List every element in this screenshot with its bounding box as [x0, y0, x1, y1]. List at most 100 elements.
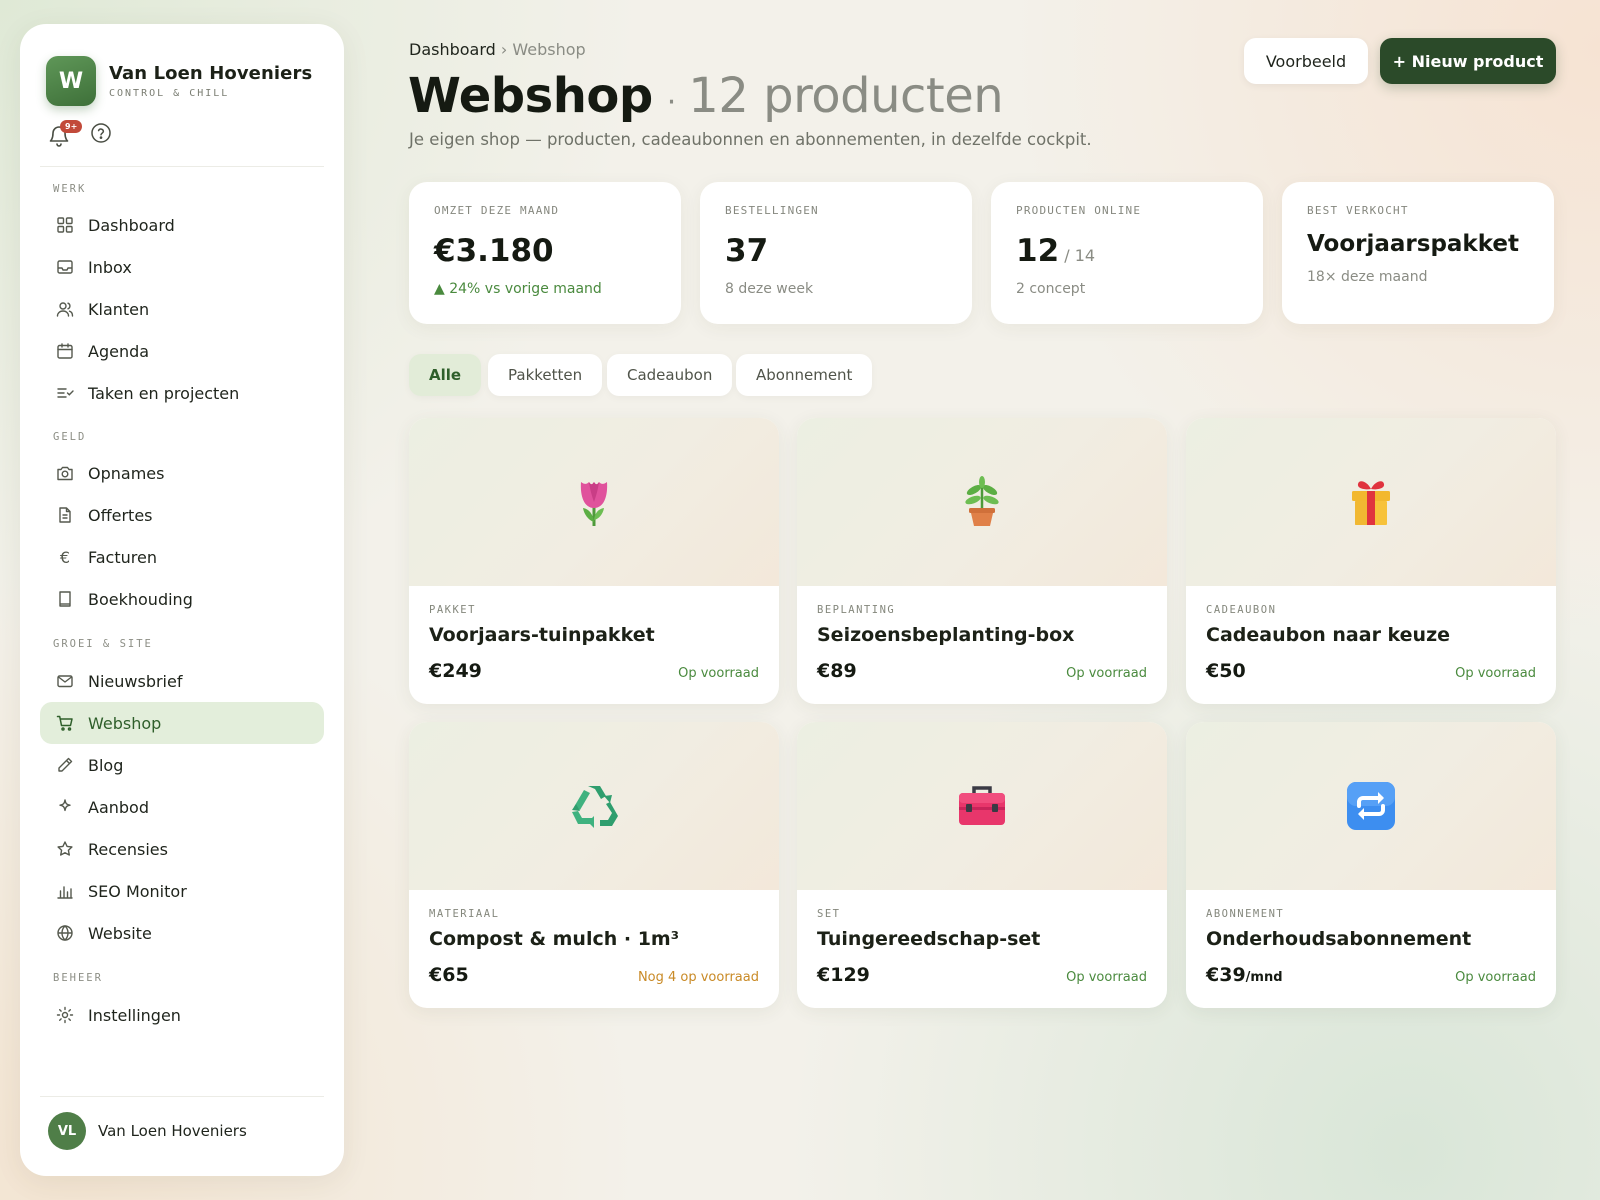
product-image: [797, 418, 1167, 586]
product-name: Seizoensbeplanting-box: [817, 624, 1075, 646]
stat-value: €3.180: [434, 233, 554, 269]
recycle-icon: [572, 786, 618, 828]
stat-value: 12 / 14: [1016, 233, 1238, 269]
product-card[interactable]: PAKKET Voorjaars-tuinpakket €249 Op voor…: [409, 418, 779, 704]
stat-note: 18× deze maand: [1307, 269, 1428, 285]
product-card[interactable]: BEPLANTING Seizoensbeplanting-box €89 Op…: [797, 418, 1167, 704]
product-card[interactable]: ABONNEMENT Onderhoudsabonnement €39/mnd …: [1186, 722, 1556, 1008]
product-card[interactable]: SET Tuingereedschap-set €129 Op voorraad: [797, 722, 1167, 1008]
product-category: MATERIAAL: [429, 908, 500, 920]
product-category: BEPLANTING: [817, 604, 896, 616]
stat-note: 2 concept: [1016, 281, 1086, 297]
product-price: €249: [429, 660, 482, 682]
sidebar-item-nieuwsbrief[interactable]: Nieuwsbrief: [40, 660, 324, 702]
stat-label: BESTELLINGEN: [725, 204, 819, 217]
sidebar-item-facturen[interactable]: € Facturen: [40, 536, 324, 578]
price-unit: /mnd: [1245, 970, 1283, 985]
sidebar-item-label: Offertes: [88, 505, 153, 525]
breadcrumb-current: Webshop: [512, 40, 586, 59]
sidebar-item-website[interactable]: Website: [40, 912, 324, 954]
sidebar-item-dashboard[interactable]: Dashboard: [40, 204, 324, 246]
preview-button[interactable]: Voorbeeld: [1244, 38, 1368, 84]
sidebar-item-klanten[interactable]: Klanten: [40, 288, 324, 330]
cart-icon: [54, 712, 76, 734]
sidebar-item-offertes[interactable]: Offertes: [40, 494, 324, 536]
grid-icon: [54, 214, 76, 236]
sparkle-icon: [54, 796, 76, 818]
sidebar-item-inbox[interactable]: Inbox: [40, 246, 324, 288]
breadcrumb-root[interactable]: Dashboard: [409, 40, 496, 59]
notifications-bell-icon[interactable]: 9+: [48, 120, 83, 147]
page-title: Webshop · 12 producten: [408, 68, 1004, 124]
breadcrumb-separator: ›: [500, 40, 508, 59]
sidebar-item-boekhouding[interactable]: Boekhouding: [40, 578, 324, 620]
sidebar-item-instellingen[interactable]: Instellingen: [40, 994, 324, 1036]
stat-card-producten-online: PRODUCTEN ONLINE 12 / 14 2 concept: [991, 182, 1263, 324]
user-name: Van Loen Hoveniers: [98, 1122, 247, 1140]
stock-status: Nog 4 op voorraad: [637, 970, 759, 985]
nav-section-beheer: BEHEER: [53, 972, 103, 984]
filter-alle[interactable]: Alle: [409, 354, 482, 396]
new-product-button[interactable]: + Nieuw product: [1380, 38, 1556, 84]
stat-value-total: / 14: [1059, 246, 1096, 265]
sidebar-item-label: Inbox: [88, 257, 132, 277]
sidebar-item-label: Opnames: [88, 463, 165, 483]
sidebar-item-label: Instellingen: [88, 1005, 181, 1025]
avatar: VL: [48, 1112, 86, 1150]
user-profile[interactable]: VL Van Loen Hoveniers: [48, 1112, 247, 1150]
product-price: €39/mnd: [1206, 964, 1283, 986]
stat-label: PRODUCTEN ONLINE: [1016, 204, 1142, 217]
brand[interactable]: W Van Loen Hoveniers CONTROL & CHILL: [46, 56, 312, 106]
help-icon[interactable]: [90, 122, 112, 148]
product-image: [797, 722, 1167, 890]
sidebar-item-webshop[interactable]: Webshop: [40, 702, 324, 744]
product-card[interactable]: MATERIAAL Compost & mulch · 1m³ €65 Nog …: [409, 722, 779, 1008]
document-icon: [54, 504, 76, 526]
sidebar-item-aanbod[interactable]: Aanbod: [40, 786, 324, 828]
nav-section-werk: WERK: [53, 183, 87, 195]
tulip-icon: [580, 482, 608, 526]
sidebar-item-label: Taken en projecten: [88, 383, 240, 403]
stock-status: Op voorraad: [1066, 666, 1147, 681]
sidebar-item-label: Recensies: [88, 839, 168, 859]
sidebar-item-taken[interactable]: Taken en projecten: [40, 372, 324, 414]
sidebar-item-label: Dashboard: [88, 215, 175, 235]
sidebar-item-recensies[interactable]: Recensies: [40, 828, 324, 870]
page-subtitle: Je eigen shop — producten, cadeaubonnen …: [409, 130, 1092, 149]
product-card[interactable]: CADEAUBON Cadeaubon naar keuze €50 Op vo…: [1186, 418, 1556, 704]
sidebar-item-opnames[interactable]: Opnames: [40, 452, 324, 494]
sidebar-item-blog[interactable]: Blog: [40, 744, 324, 786]
nav-section-groei: GROEI & SITE: [53, 638, 153, 650]
sidebar-divider: [40, 166, 324, 167]
sidebar-item-label: SEO Monitor: [88, 881, 187, 901]
product-image: [409, 722, 779, 890]
sidebar-item-agenda[interactable]: Agenda: [40, 330, 324, 372]
sidebar-item-label: Facturen: [88, 547, 157, 567]
inbox-icon: [54, 256, 76, 278]
filter-cadeaubon[interactable]: Cadeaubon: [607, 354, 733, 396]
camera-icon: [54, 462, 76, 484]
settings-icon: [54, 1004, 76, 1026]
product-name: Compost & mulch · 1m³: [429, 928, 680, 950]
notification-badge: 9+: [60, 120, 83, 133]
product-image: [1186, 722, 1556, 890]
sidebar-item-label: Aanbod: [88, 797, 149, 817]
gift-icon: [1352, 481, 1390, 525]
calendar-icon: [54, 340, 76, 362]
potted-plant-icon: [965, 476, 999, 526]
brand-logo: W: [46, 56, 96, 106]
sidebar-item-label: Klanten: [88, 299, 150, 319]
stock-status: Op voorraad: [1455, 970, 1536, 985]
product-image: [409, 418, 779, 586]
breadcrumb: Dashboard › Webshop: [409, 40, 586, 59]
stat-value: Voorjaarspakket: [1307, 231, 1519, 257]
filter-abonnement[interactable]: Abonnement: [736, 354, 873, 396]
tasks-icon: [54, 382, 76, 404]
product-name: Cadeaubon naar keuze: [1206, 624, 1451, 646]
stat-label: OMZET DEZE MAAND: [434, 204, 560, 217]
repeat-icon: [1347, 782, 1395, 830]
sidebar-item-label: Agenda: [88, 341, 150, 361]
filter-pakketten[interactable]: Pakketten: [488, 354, 603, 396]
page-title-text: Webshop: [408, 68, 653, 124]
sidebar-item-seo-monitor[interactable]: SEO Monitor: [40, 870, 324, 912]
